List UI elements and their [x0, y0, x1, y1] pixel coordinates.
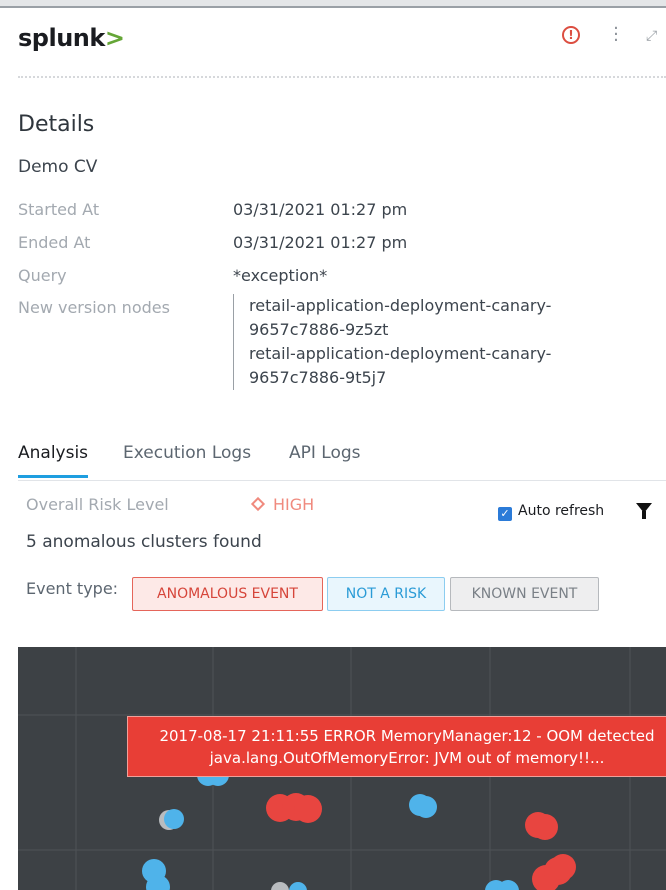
auto-refresh-toggle[interactable]: ✓ Auto refresh [498, 503, 604, 521]
new-version-nodes-list: retail-application-deployment-canary- 96… [233, 294, 551, 390]
auto-refresh-checkbox[interactable]: ✓ [498, 507, 512, 521]
node-line: 9657c7886-9t5j7 [249, 368, 387, 387]
overall-risk-label: Overall Risk Level [26, 495, 169, 514]
tab-bar: Analysis Execution Logs API Logs [18, 440, 666, 481]
node-line: retail-application-deployment-canary- [249, 344, 552, 363]
ended-at-label: Ended At [18, 233, 91, 252]
anomalous-event-point[interactable] [294, 795, 322, 823]
expand-icon[interactable]: ⤢ [646, 28, 666, 46]
known-event-point[interactable] [271, 882, 289, 890]
splunk-logo: splunk> [18, 24, 125, 52]
details-title: Details [18, 112, 95, 137]
anomalous-event-point[interactable] [550, 854, 576, 880]
event-type-label: Event type: [26, 579, 119, 598]
clusters-found-text: 5 anomalous clusters found [26, 532, 262, 552]
not-a-risk-point[interactable] [415, 796, 437, 818]
query-value: *exception* [233, 266, 328, 285]
verification-name: Demo CV [18, 157, 98, 177]
cluster-tooltip: 2017-08-17 21:11:55 ERROR MemoryManager:… [127, 716, 666, 777]
app-header: splunk> [0, 10, 666, 78]
window-top-border [0, 0, 666, 8]
known-event-button[interactable]: KNOWN EVENT [450, 577, 599, 611]
tooltip-line-2: java.lang.OutOfMemoryError: JVM out of m… [209, 749, 605, 767]
node-line: retail-application-deployment-canary- [249, 296, 552, 315]
more-vertical-icon[interactable]: · · · [612, 20, 620, 50]
auto-refresh-label: Auto refresh [518, 503, 605, 519]
not-a-risk-button[interactable]: NOT A RISK [327, 577, 445, 611]
tab-analysis[interactable]: Analysis [18, 443, 89, 478]
header-divider [18, 76, 666, 78]
not-a-risk-point[interactable] [289, 882, 307, 890]
filter-icon[interactable] [636, 503, 652, 519]
started-at-label: Started At [18, 200, 100, 219]
ended-at-value: 03/31/2021 01:27 pm [233, 233, 408, 252]
not-a-risk-point[interactable] [164, 809, 184, 829]
node-line: 9657c7886-9z5zt [249, 320, 389, 339]
risk-diamond-icon [250, 496, 266, 512]
started-at-value: 03/31/2021 01:27 pm [233, 200, 408, 219]
new-version-nodes-label: New version nodes [18, 298, 170, 317]
anomalous-event-button[interactable]: ANOMALOUS EVENT [132, 577, 323, 611]
alert-circle-icon[interactable]: ! [562, 26, 580, 44]
tab-api-logs[interactable]: API Logs [289, 443, 361, 475]
risk-level-value: HIGH [250, 495, 314, 514]
tab-execution-logs[interactable]: Execution Logs [123, 443, 251, 475]
tooltip-line-1: 2017-08-17 21:11:55 ERROR MemoryManager:… [159, 727, 655, 745]
query-label: Query [18, 266, 67, 285]
anomalous-event-point[interactable] [532, 814, 558, 840]
